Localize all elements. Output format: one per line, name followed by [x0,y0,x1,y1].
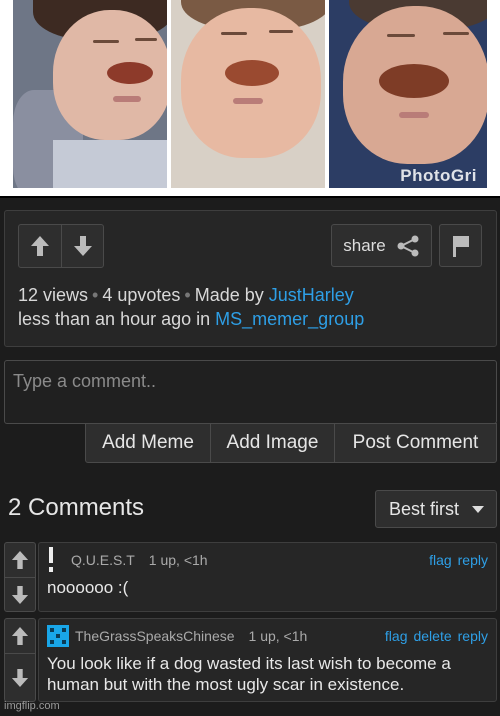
comment-text: noooooo :( [47,578,129,597]
user-avatar-icon [47,625,69,647]
reply-link[interactable]: reply [458,552,488,568]
comment-header: Q.U.E.S.T 1 up, <1h flag reply [47,547,488,572]
downvote-button[interactable] [61,225,103,267]
stream-link[interactable]: MS_memer_group [215,309,364,329]
made-by-label: Made by [194,285,264,305]
arrow-down-icon [11,585,29,604]
caret-down-icon [472,506,484,513]
comments-count-title: 2 Comments [8,494,145,521]
arrow-down-icon [73,236,92,256]
comment-action-bar: Add Meme Add Image Post Comment [85,423,497,463]
photo-1 [13,0,167,188]
sort-label: Best first [389,498,460,519]
comment-input[interactable]: Type a comment.. [4,360,497,424]
post-stats: 12 views • 4 upvotes • Made by JustHarley [18,285,354,305]
flag-link[interactable]: flag [385,628,408,644]
photo-2 [171,0,325,188]
photo-3: PhotoGri [329,0,487,188]
flag-icon [452,235,469,257]
comment-item: TheGrassSpeaksChinese 1 up, <1h flag del… [4,618,497,702]
comment-vote-buttons [4,542,36,612]
author-link[interactable]: JustHarley [269,285,354,305]
comment-stats: 1 up, <1h [248,628,308,644]
share-icon [397,235,419,256]
reply-link[interactable]: reply [458,628,488,644]
post-comment-button[interactable]: Post Comment [334,424,496,462]
comment-vote-buttons [4,618,36,702]
comment-author[interactable]: Q.U.E.S.T [71,552,135,568]
comment-actions: flag reply [429,552,488,568]
share-button[interactable]: share [331,224,432,267]
comment-body: Q.U.E.S.T 1 up, <1h flag reply noooooo :… [38,542,497,612]
arrow-down-icon [11,668,29,687]
share-label: share [343,235,386,255]
comment-downvote-button[interactable] [5,577,35,611]
comment-upvote-button[interactable] [5,619,35,653]
comment-header: TheGrassSpeaksChinese 1 up, <1h flag del… [47,625,488,647]
upvote-count: 4 upvotes [102,285,181,305]
view-count: 12 views [18,285,89,305]
meme-image: PhotoGri [0,0,500,196]
comment-text: You look like if a dog wasted its last w… [47,654,451,694]
comment-author[interactable]: TheGrassSpeaksChinese [75,628,235,644]
comment-item: Q.U.E.S.T 1 up, <1h flag reply noooooo :… [4,542,497,612]
time-label: less than an hour ago in [18,309,211,329]
add-meme-button[interactable]: Add Meme [86,424,210,462]
arrow-up-icon [31,236,49,256]
comment-stats: 1 up, <1h [148,552,208,568]
flag-link[interactable]: flag [429,552,452,568]
sort-dropdown[interactable]: Best first [375,490,497,528]
post-time: less than an hour ago in MS_memer_group [18,307,364,331]
user-avatar-icon [49,547,53,572]
site-watermark: imgflip.com [4,700,60,712]
post-area: share 12 views • 4 upvotes • Made by JustHar… [0,198,500,716]
arrow-up-icon [11,627,29,645]
add-image-button[interactable]: Add Image [210,424,334,462]
delete-link[interactable]: delete [413,628,451,644]
post-info-panel: share 12 views • 4 upvotes • Made by JustHar… [4,210,497,347]
image-watermark: PhotoGri [400,166,477,185]
comment-placeholder: Type a comment.. [13,371,157,391]
post-vote-buttons [18,224,104,268]
comment-downvote-button[interactable] [5,653,35,701]
comment-actions: flag delete reply [385,628,488,644]
comment-body: TheGrassSpeaksChinese 1 up, <1h flag del… [38,618,497,702]
flag-button[interactable] [439,224,482,267]
upvote-button[interactable] [19,225,61,267]
comment-upvote-button[interactable] [5,543,35,577]
arrow-up-icon [11,551,29,569]
